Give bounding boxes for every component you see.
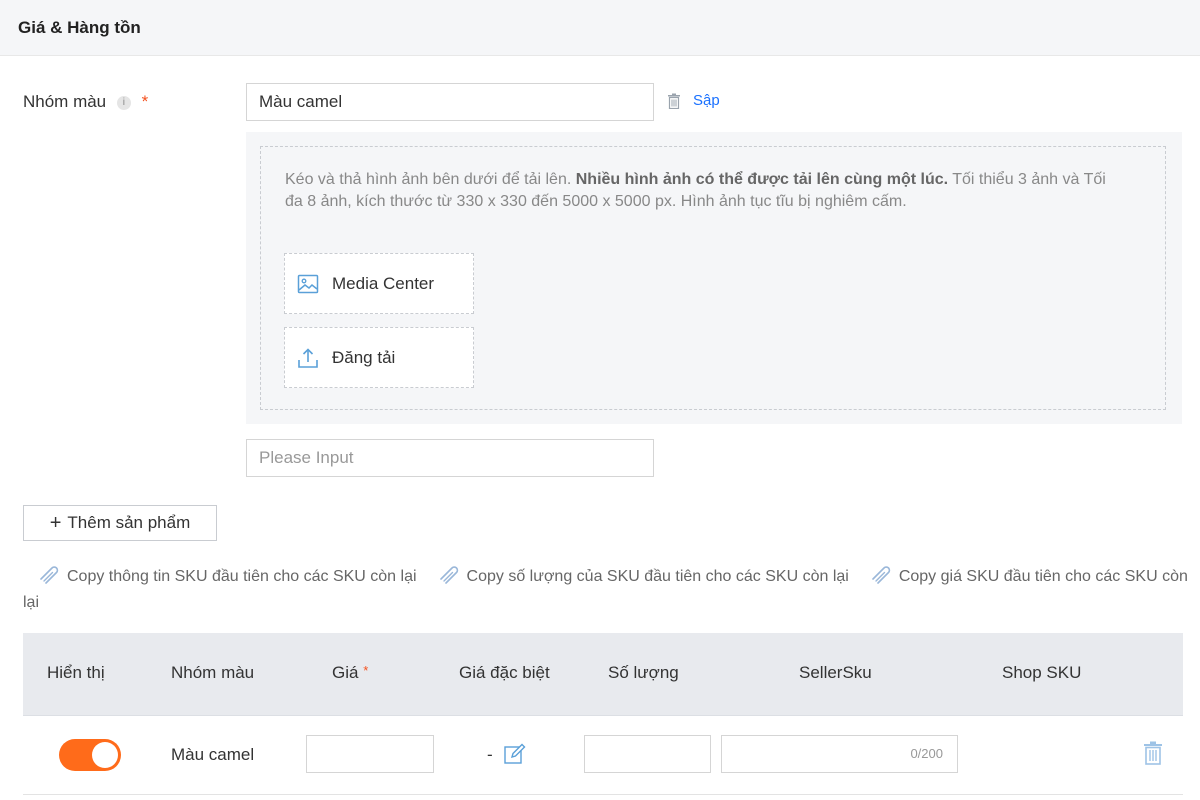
image-icon xyxy=(297,274,319,294)
section-header: Giá & Hàng tồn xyxy=(0,0,1200,56)
price-input[interactable] xyxy=(306,735,434,773)
media-center-button[interactable]: Media Center xyxy=(284,253,474,314)
copy-quantity-link[interactable]: Copy số lượng của SKU đầu tiên cho các S… xyxy=(423,566,849,585)
upload-icon xyxy=(298,348,318,368)
add-product-button[interactable]: + Thêm sản phẩm xyxy=(23,505,217,541)
paperclip-icon xyxy=(872,566,891,584)
copy-quantity-label: Copy số lượng của SKU đầu tiên cho các S… xyxy=(466,568,849,585)
header-quantity: Số lượng xyxy=(608,663,679,682)
quantity-input[interactable] xyxy=(584,735,711,773)
sku-table-header: Hiển thị Nhóm màu Giá * Giá đặc biệt Số … xyxy=(23,633,1183,716)
special-price-value: - xyxy=(487,745,493,764)
media-center-label: Media Center xyxy=(332,274,435,293)
visibility-toggle[interactable] xyxy=(59,739,121,771)
upload-hint-bold: Nhiều hình ảnh có thể được tải lên cùng … xyxy=(575,171,949,188)
upload-hint: Kéo và thả hình ảnh bên dưới để tải lên.… xyxy=(285,169,1125,213)
header-price-label: Giá xyxy=(332,663,359,682)
copy-sku-info-label: Copy thông tin SKU đầu tiên cho các SKU … xyxy=(67,568,417,585)
edit-icon[interactable] xyxy=(503,743,527,765)
paperclip-icon xyxy=(40,566,59,584)
header-visible: Hiển thị xyxy=(47,663,105,682)
color-group-input[interactable] xyxy=(246,83,654,121)
section-title: Giá & Hàng tồn xyxy=(18,18,141,37)
header-price: Giá * xyxy=(332,663,368,683)
color-group-label: Nhóm màu i * xyxy=(23,92,148,112)
upload-button[interactable]: Đăng tải xyxy=(284,327,474,388)
required-mark: * xyxy=(141,92,149,111)
seller-sku-counter: 0/200 xyxy=(910,746,943,761)
required-mark: * xyxy=(363,663,369,678)
seller-sku-input[interactable]: 0/200 xyxy=(721,735,958,773)
sku-table: Hiển thị Nhóm màu Giá * Giá đặc biệt Số … xyxy=(23,633,1183,795)
color-group-label-text: Nhóm màu xyxy=(23,92,107,111)
header-color: Nhóm màu xyxy=(171,663,255,682)
plus-icon: + xyxy=(49,512,62,534)
add-product-label: Thêm sản phẩm xyxy=(67,513,191,532)
copy-sku-info-link[interactable]: Copy thông tin SKU đầu tiên cho các SKU … xyxy=(23,566,417,585)
row-color-name: Màu camel xyxy=(171,745,255,764)
copy-actions: Copy thông tin SKU đầu tiên cho các SKU … xyxy=(23,564,1188,616)
upload-hint-text: Kéo và thả hình ảnh bên dưới để tải lên. xyxy=(285,171,576,188)
upload-label: Đăng tải xyxy=(332,348,396,367)
paperclip-icon xyxy=(439,566,458,584)
info-icon[interactable]: i xyxy=(116,95,131,110)
variant-note-input[interactable] xyxy=(246,439,654,477)
collapse-link[interactable]: Sập xyxy=(693,92,720,109)
toggle-knob xyxy=(92,742,118,768)
image-drop-zone[interactable]: Kéo và thả hình ảnh bên dưới để tải lên.… xyxy=(260,146,1166,410)
header-special-price: Giá đặc biệt xyxy=(459,663,550,682)
image-upload-panel: Kéo và thả hình ảnh bên dưới để tải lên.… xyxy=(246,132,1182,424)
delete-row-trash-icon[interactable] xyxy=(1143,741,1163,765)
header-seller-sku: SellerSku xyxy=(799,663,872,682)
header-shop-sku: Shop SKU xyxy=(1002,663,1082,682)
trash-icon[interactable] xyxy=(667,93,681,109)
